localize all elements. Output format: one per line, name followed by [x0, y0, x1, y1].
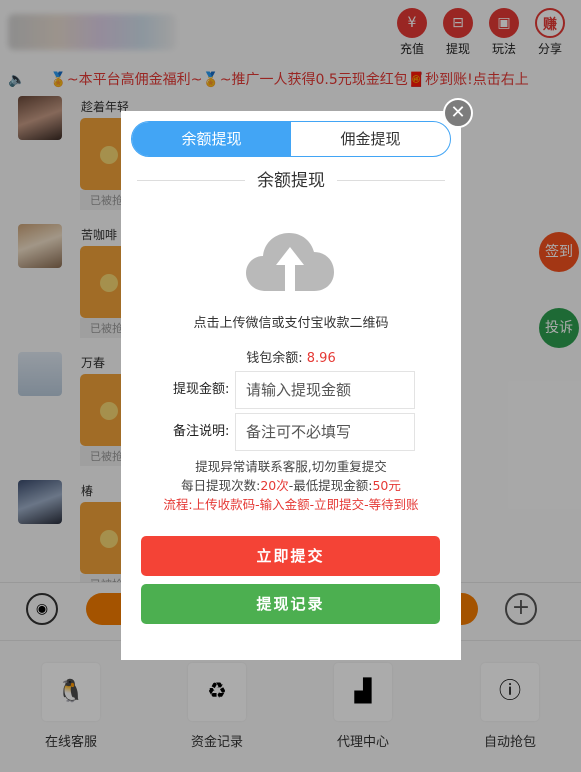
amount-input[interactable] [235, 371, 415, 409]
wallet-balance: 钱包余额: 8.96 [246, 351, 336, 366]
withdraw-modal: 余额提现 佣金提现 余额提现 点击上传微信或支付宝收款二维码 钱包余额: 8.9… [121, 111, 461, 660]
remark-row: 备注说明: [173, 413, 433, 451]
withdraw-records-button[interactable]: 提现记录 [141, 584, 440, 624]
divider [337, 180, 445, 181]
tab-balance-withdraw[interactable]: 余额提现 [132, 122, 291, 156]
close-icon[interactable]: ✕ [443, 98, 473, 128]
balance-value: 8.96 [306, 351, 336, 366]
remark-input[interactable] [235, 413, 415, 451]
divider [137, 180, 245, 181]
amount-row: 提现金额: [173, 371, 433, 409]
submit-button[interactable]: 立即提交 [141, 536, 440, 576]
section-title: 余额提现 [137, 169, 445, 193]
withdraw-notes: 提现异常请联系客服,切勿重复提交 每日提现次数:20次-最低提现金额:50元 流… [163, 459, 419, 512]
upload-cloud-icon[interactable] [244, 229, 336, 293]
withdraw-tabs: 余额提现 佣金提现 [131, 121, 451, 157]
tab-commission-withdraw[interactable]: 佣金提现 [291, 122, 450, 156]
upload-hint: 点击上传微信或支付宝收款二维码 [193, 316, 389, 331]
